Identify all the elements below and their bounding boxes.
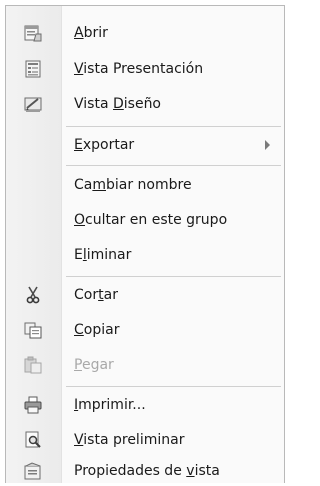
menu-item-vista-diseno[interactable]: Vista Diseño xyxy=(6,89,284,119)
copy-icon xyxy=(24,321,42,339)
menu-item-propiedades-de-vista[interactable]: Propiedades de vista xyxy=(6,456,284,486)
menu-separator xyxy=(66,276,281,277)
menu-item-cortar[interactable]: Cortar xyxy=(6,280,284,310)
scissors-icon xyxy=(24,286,42,304)
menu-item-pegar[interactable]: Pegar xyxy=(6,350,284,380)
print-preview-icon xyxy=(24,431,42,449)
menu-item-eliminar[interactable]: Eliminar xyxy=(6,240,284,270)
menu-item-imprimir[interactable]: Imprimir... xyxy=(6,390,284,420)
printer-icon xyxy=(24,396,42,414)
menu-item-abrir[interactable]: Abrir xyxy=(6,18,284,48)
properties-icon xyxy=(24,462,42,480)
menu-item-exportar[interactable]: Exportar xyxy=(6,130,284,160)
context-menu: Abrir Vista Presentación Vista Diseño Ex… xyxy=(5,5,285,483)
menu-separator xyxy=(66,386,281,387)
menu-item-ocultar-en-este-grupo[interactable]: Ocultar en este grupo xyxy=(6,205,284,235)
menu-item-copiar[interactable]: Copiar xyxy=(6,315,284,345)
menu-separator xyxy=(66,126,281,127)
paste-icon xyxy=(24,356,42,374)
layout-view-icon xyxy=(24,60,42,78)
menu-item-vista-preliminar[interactable]: Vista preliminar xyxy=(6,425,284,455)
menu-item-cambiar-nombre[interactable]: Cambiar nombre xyxy=(6,170,284,200)
open-form-icon xyxy=(24,24,42,42)
submenu-arrow-icon xyxy=(265,140,270,150)
menu-separator xyxy=(66,165,281,166)
menu-item-vista-presentacion[interactable]: Vista Presentación xyxy=(6,54,284,84)
design-view-icon xyxy=(24,95,42,113)
